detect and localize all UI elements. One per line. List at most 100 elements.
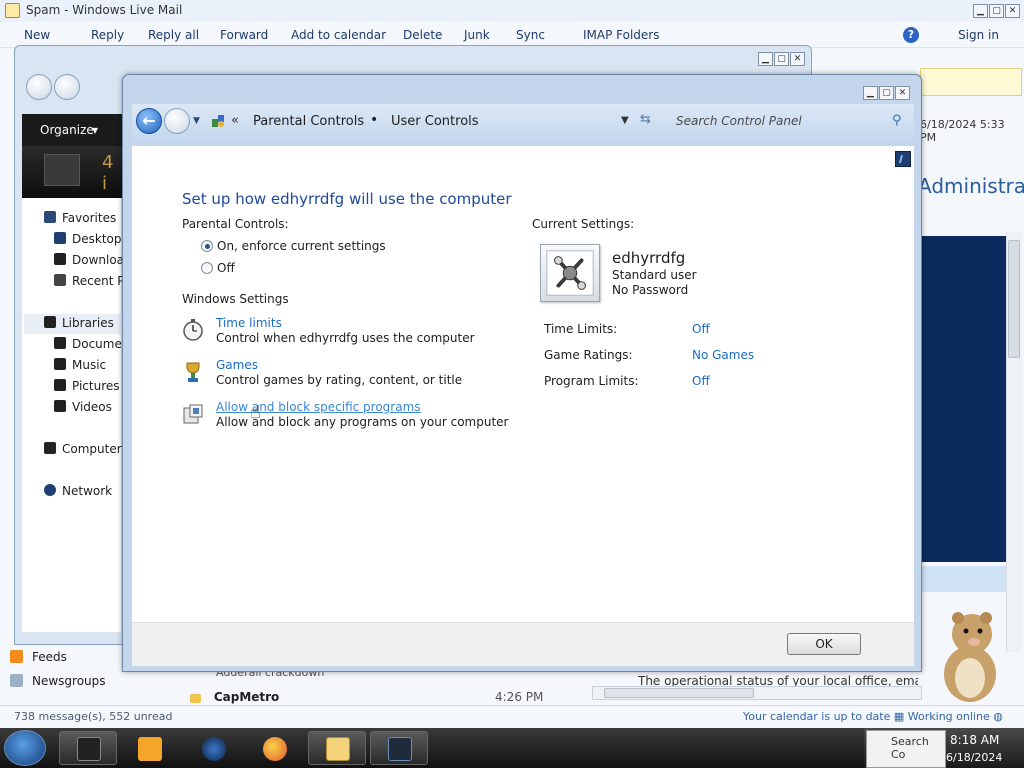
explorer-details-strip: 4 i [22,146,122,198]
hamster-gadget[interactable] [930,604,1010,704]
time-limits-description: Control when edhyrrdfg uses the computer [216,331,475,345]
breadcrumb-parental-controls[interactable]: Parental Controls [253,114,364,129]
control-panel-icon [212,115,224,127]
radio-on[interactable] [201,240,213,252]
newsgroups-item[interactable]: Newsgroups [10,674,106,698]
message-band [920,566,1006,592]
message-banner [920,236,1006,562]
time-limits-key: Time Limits: [544,322,618,336]
favorites-icon [44,211,56,223]
parental-minimize-button[interactable]: ▁ [863,86,878,100]
ok-button[interactable]: OK [787,633,861,655]
current-settings-label: Current Settings: [532,217,635,231]
horizontal-scrollbar-thumb[interactable] [604,688,754,698]
sidebar-item-desktop[interactable]: Desktop [54,232,122,246]
explorer-maximize-button[interactable]: ▢ [774,52,789,66]
tray-popup[interactable]: Search Co [866,730,946,768]
libraries-icon [44,316,56,328]
toolbar-add-to-calendar-button[interactable]: Add to calendar [291,28,386,42]
organize-menu[interactable]: Organize ▾ [22,114,122,146]
explorer-close-button[interactable]: ✕ [790,52,805,66]
radio-off[interactable] [201,262,213,274]
feeds-item[interactable]: Feeds [10,650,106,674]
taskbar-control-panel-button[interactable] [370,731,428,765]
games-description: Control games by rating, content, or tit… [216,373,463,387]
sidebar-item-computer[interactable]: Computer [44,442,122,456]
sidebar-item-pictures[interactable]: Pictures [54,379,120,393]
parental-close-button[interactable]: ✕ [895,86,910,100]
toolbar-junk-button[interactable]: Junk [464,28,490,42]
sign-in-link[interactable]: Sign in [958,28,999,42]
organize-label: Organize [40,123,94,137]
mail-folder-list: Feeds Newsgroups [10,650,106,698]
sidebar-item-favorites[interactable]: Favorites [44,211,116,225]
calendar-icon: ▦ [893,710,905,723]
time-limits-value[interactable]: Off [692,322,710,336]
search-input[interactable]: Search Control Panel [676,114,802,128]
toolbar-sync-button[interactable]: Sync [516,28,545,42]
sidebar-item-videos[interactable]: Videos [54,400,112,414]
breadcrumb-user-controls[interactable]: User Controls [391,114,479,129]
toolbar-new-button[interactable]: New [24,28,50,42]
breadcrumb-separator[interactable]: • [370,112,378,128]
parental-maximize-button[interactable]: ▢ [879,86,894,100]
scrollbar-thumb[interactable] [1008,240,1020,358]
clock-time[interactable]: 8:18 AM [950,733,999,747]
start-button[interactable] [4,730,46,766]
game-ratings-value[interactable]: No Games [692,348,754,362]
toolbar-imap-folders-button[interactable]: IMAP Folders [583,28,660,42]
taskbar-media-player-button[interactable] [120,731,178,765]
calendar-status: Your calendar is up to date ▦ Working on… [743,710,1003,723]
sidebar-item-network[interactable]: Network [44,484,112,498]
program-limits-value[interactable]: Off [692,374,710,388]
recent-pages-dropdown[interactable]: ▼ [193,116,200,126]
online-status-text: Working online [907,710,990,723]
maximize-button[interactable]: ▢ [989,4,1004,18]
explorer-minimize-button[interactable]: ▁ [758,52,773,66]
refresh-icon[interactable]: ⇆ [640,112,651,127]
sidebar-item-music[interactable]: Music [54,358,106,372]
help-icon[interactable]: ? [903,27,919,43]
explorer-back-button[interactable] [26,74,52,100]
sidebar-item-recent-places[interactable]: Recent Pl [54,274,128,288]
radio-off-label[interactable]: Off [217,261,235,275]
time-limits-link[interactable]: Time limits [216,316,282,330]
sidebar-item-libraries[interactable]: Libraries [24,314,122,334]
message-list-item[interactable]: CapMetro 4:26 PM [190,690,580,704]
clock-date[interactable]: 6/18/2024 [946,751,1002,764]
toolbar-reply-all-button[interactable]: Reply all [148,28,199,42]
explorer-forward-button[interactable] [54,74,80,100]
sidebar-item-documents[interactable]: Documer [54,337,127,351]
help-icon[interactable] [895,151,911,167]
games-link[interactable]: Games [216,358,258,372]
message-count-status: 738 message(s), 552 unread [14,710,173,723]
item-count: 4 i [102,152,114,194]
taskbar-explorer-button[interactable] [59,731,117,765]
taskbar-mail-button[interactable] [308,731,366,765]
sidebar-item-label: Libraries [62,316,114,330]
sidebar-item-downloads[interactable]: Download [54,253,132,267]
toolbar-reply-button[interactable]: Reply [91,28,124,42]
search-icon[interactable]: ⚲ [892,113,902,128]
forward-button[interactable] [164,108,190,134]
back-button[interactable]: ← [136,108,162,134]
address-history-dropdown[interactable]: ▼ [621,115,629,126]
allow-block-programs-link[interactable]: Allow and block specific programs [216,400,421,414]
close-button[interactable]: ✕ [1005,4,1020,18]
user-avatar [540,244,600,302]
minimize-button[interactable]: ▁ [973,4,988,18]
explorer-window-controls: ▁ ▢ ✕ [757,50,805,66]
mail-window-title: Spam - Windows Live Mail [26,3,183,17]
message-heading: Administra [918,174,1024,198]
toolbar-forward-button[interactable]: Forward [220,28,268,42]
breadcrumb-overflow-icon[interactable]: « [231,113,239,128]
taskbar-browser-button[interactable] [184,731,242,765]
sidebar-item-label: Network [62,484,113,498]
taskbar-firefox-button[interactable] [245,731,303,765]
toolbar-delete-button[interactable]: Delete [403,28,442,42]
programs-icon [183,404,203,424]
control-panel-icon [388,737,412,761]
radio-on-label[interactable]: On, enforce current settings [217,239,386,253]
recent-places-icon [54,274,66,286]
user-account-type: Standard user [612,268,697,282]
